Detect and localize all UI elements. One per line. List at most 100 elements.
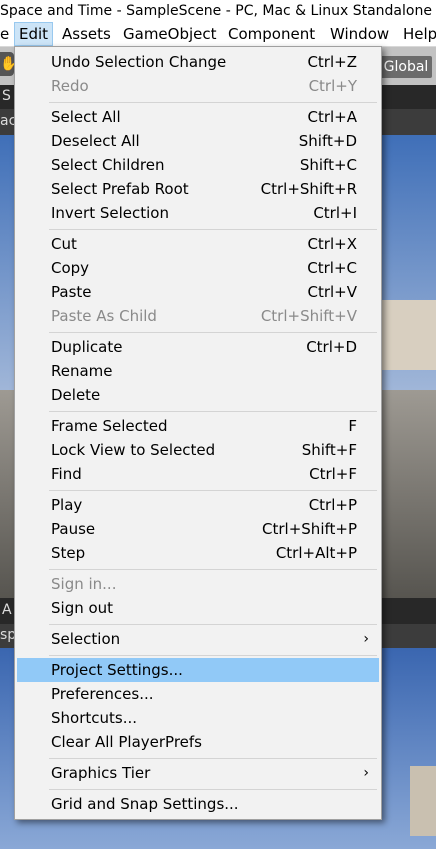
menu-item-invert-selection[interactable]: Invert Selection Ctrl+I xyxy=(17,201,379,225)
menu-item-graphics-tier[interactable]: Graphics Tier › xyxy=(17,761,379,785)
menu-item-label: Select Prefab Root xyxy=(51,180,189,198)
global-toggle-button[interactable]: Global xyxy=(380,56,432,78)
menu-item-label: Play xyxy=(51,496,83,514)
menu-item-select-children[interactable]: Select Children Shift+C xyxy=(17,153,379,177)
menu-separator xyxy=(49,655,377,656)
menu-bar: e Edit Assets GameObject Component Windo… xyxy=(0,22,436,47)
game-object-box xyxy=(410,766,436,836)
menu-item-shortcut: Ctrl+I xyxy=(313,204,357,222)
menu-item-label: Preferences... xyxy=(51,685,154,703)
menu-item-label: Paste As Child xyxy=(51,307,157,325)
menu-item-selection[interactable]: Selection › xyxy=(17,627,379,651)
menu-item-label: Redo xyxy=(51,77,89,95)
menu-item-shortcut: Ctrl+A xyxy=(307,108,357,126)
menu-item-label: Delete xyxy=(51,386,101,404)
menu-item-cut[interactable]: Cut Ctrl+X xyxy=(17,232,379,256)
menu-item-label: Sign out xyxy=(51,599,114,617)
menu-item-label: Pause xyxy=(51,520,96,538)
menu-item-duplicate[interactable]: Duplicate Ctrl+D xyxy=(17,335,379,359)
menu-item-shortcut: Ctrl+Shift+V xyxy=(260,307,357,325)
scene-tab-fragment[interactable]: S xyxy=(2,88,11,104)
menu-item-find[interactable]: Find Ctrl+F xyxy=(17,462,379,486)
menu-item-paste-as-child: Paste As Child Ctrl+Shift+V xyxy=(17,304,379,328)
menu-item-label: Copy xyxy=(51,259,90,277)
menu-item-undo[interactable]: Undo Selection Change Ctrl+Z xyxy=(17,50,379,74)
menu-item-select-all[interactable]: Select All Ctrl+A xyxy=(17,105,379,129)
menu-item-deselect-all[interactable]: Deselect All Shift+D xyxy=(17,129,379,153)
menu-item-sign-out[interactable]: Sign out xyxy=(17,596,379,620)
menu-item-copy[interactable]: Copy Ctrl+C xyxy=(17,256,379,280)
menu-item-preferences[interactable]: Preferences... xyxy=(17,682,379,706)
menu-item-select-prefab-root[interactable]: Select Prefab Root Ctrl+Shift+R xyxy=(17,177,379,201)
menu-help[interactable]: Help xyxy=(399,22,436,46)
menu-item-shortcut: Ctrl+C xyxy=(307,259,357,277)
menu-item-label: Select All xyxy=(51,108,121,126)
menu-item-label: Invert Selection xyxy=(51,204,169,222)
menu-item-label: Paste xyxy=(51,283,92,301)
menu-component[interactable]: Component xyxy=(224,22,319,46)
menu-assets[interactable]: Assets xyxy=(58,22,115,46)
menu-item-shortcut: Ctrl+Alt+P xyxy=(275,544,357,562)
menu-separator xyxy=(49,569,377,570)
menu-item-pause[interactable]: Pause Ctrl+Shift+P xyxy=(17,517,379,541)
menu-separator xyxy=(49,332,377,333)
menu-item-project-settings[interactable]: Project Settings... xyxy=(17,658,379,682)
menu-item-play[interactable]: Play Ctrl+P xyxy=(17,493,379,517)
menu-item-label: Find xyxy=(51,465,82,483)
menu-item-label: Shortcuts... xyxy=(51,709,138,727)
menu-item-label: Undo Selection Change xyxy=(51,53,227,71)
menu-item-frame-selected[interactable]: Frame Selected F xyxy=(17,414,379,438)
menu-item-label: Clear All PlayerPrefs xyxy=(51,733,202,751)
menu-item-shortcut: Ctrl+Z xyxy=(307,53,357,71)
menu-item-shortcut: Shift+C xyxy=(299,156,357,174)
menu-file-partial[interactable]: e xyxy=(0,22,13,46)
menu-separator xyxy=(49,758,377,759)
menu-window[interactable]: Window xyxy=(326,22,393,46)
menu-item-sign-in: Sign in... xyxy=(17,572,379,596)
menu-item-shortcut: Ctrl+P xyxy=(308,496,357,514)
hand-tool-icon[interactable]: ✋ xyxy=(0,52,17,76)
menu-item-label: Selection xyxy=(51,630,121,648)
menu-item-label: Step xyxy=(51,544,86,562)
menu-item-shortcuts[interactable]: Shortcuts... xyxy=(17,706,379,730)
edit-dropdown-menu: Undo Selection Change Ctrl+Z Redo Ctrl+Y… xyxy=(14,46,382,820)
menu-item-shortcut: Ctrl+X xyxy=(307,235,357,253)
menu-item-label: Rename xyxy=(51,362,113,380)
menu-item-shortcut: Ctrl+V xyxy=(307,283,357,301)
scene-cube[interactable] xyxy=(378,300,436,370)
window-title: Space and Time - SampleScene - PC, Mac &… xyxy=(0,3,432,19)
menu-item-paste[interactable]: Paste Ctrl+V xyxy=(17,280,379,304)
menu-item-clear-playerprefs[interactable]: Clear All PlayerPrefs xyxy=(17,730,379,754)
menu-item-label: Project Settings... xyxy=(51,661,183,679)
menu-separator xyxy=(49,624,377,625)
menu-item-label: Sign in... xyxy=(51,575,117,593)
menu-item-shortcut: Ctrl+Y xyxy=(308,77,357,95)
menu-item-shortcut: Ctrl+Shift+R xyxy=(260,180,357,198)
menu-item-grid-snap-settings[interactable]: Grid and Snap Settings... xyxy=(17,792,379,816)
menu-item-label: Graphics Tier xyxy=(51,764,151,782)
menu-item-label: Grid and Snap Settings... xyxy=(51,795,239,813)
menu-item-label: Duplicate xyxy=(51,338,123,356)
menu-separator xyxy=(49,102,377,103)
submenu-arrow-icon: › xyxy=(363,765,369,781)
menu-item-shortcut: Shift+D xyxy=(298,132,357,150)
menu-item-label: Cut xyxy=(51,235,77,253)
menu-item-delete[interactable]: Delete xyxy=(17,383,379,407)
menu-item-label: Frame Selected xyxy=(51,417,168,435)
window-title-bar: Space and Time - SampleScene - PC, Mac &… xyxy=(0,0,436,22)
game-tab-fragment[interactable]: A xyxy=(2,602,12,618)
menu-separator xyxy=(49,490,377,491)
menu-item-label: Deselect All xyxy=(51,132,140,150)
menu-item-redo: Redo Ctrl+Y xyxy=(17,74,379,98)
menu-edit[interactable]: Edit xyxy=(14,22,54,46)
menu-item-label: Select Children xyxy=(51,156,165,174)
menu-item-rename[interactable]: Rename xyxy=(17,359,379,383)
menu-item-shortcut: Ctrl+D xyxy=(306,338,357,356)
menu-item-lock-view[interactable]: Lock View to Selected Shift+F xyxy=(17,438,379,462)
menu-gameobject[interactable]: GameObject xyxy=(119,22,221,46)
menu-item-step[interactable]: Step Ctrl+Alt+P xyxy=(17,541,379,565)
menu-separator xyxy=(49,411,377,412)
menu-item-shortcut: Shift+F xyxy=(301,441,357,459)
menu-separator xyxy=(49,229,377,230)
menu-item-label: Lock View to Selected xyxy=(51,441,216,459)
